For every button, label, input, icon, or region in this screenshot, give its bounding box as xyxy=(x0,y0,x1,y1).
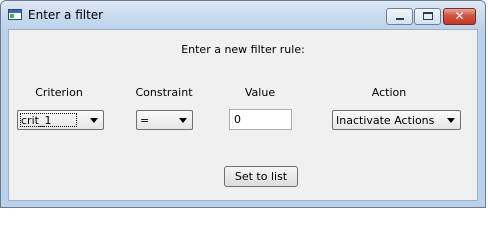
dialog-body: Enter a new filter rule: Criterion Const… xyxy=(8,29,478,201)
title-bar[interactable]: Enter a filter ✕ xyxy=(1,1,485,29)
minimize-button[interactable] xyxy=(386,8,413,25)
value-label: Value xyxy=(244,86,276,99)
set-to-list-button[interactable]: Set to list xyxy=(224,166,298,187)
window-app-icon xyxy=(8,9,22,20)
chevron-down-icon xyxy=(90,118,98,123)
close-icon: ✕ xyxy=(454,9,465,23)
constraint-select[interactable]: = xyxy=(136,110,193,130)
maximize-button[interactable] xyxy=(414,8,441,25)
close-button[interactable]: ✕ xyxy=(443,8,476,25)
value-input[interactable] xyxy=(229,109,292,130)
chevron-down-icon xyxy=(447,118,455,123)
criterion-label: Criterion xyxy=(35,86,83,99)
filter-dialog: Enter a filter ✕ Enter a new filter rule… xyxy=(0,0,486,208)
window-title: Enter a filter xyxy=(28,8,104,22)
criterion-value: crit_1 xyxy=(21,114,52,127)
action-label: Action xyxy=(371,86,407,99)
maximize-icon xyxy=(423,12,433,20)
criterion-select[interactable]: crit_1 xyxy=(17,110,104,130)
action-select[interactable]: Inactivate Actions xyxy=(332,110,461,130)
chevron-down-icon xyxy=(179,118,187,123)
form-heading: Enter a new filter rule: xyxy=(181,43,305,56)
constraint-value: = xyxy=(140,114,150,127)
minimize-icon xyxy=(396,18,404,20)
constraint-label: Constraint xyxy=(135,86,193,99)
action-value: Inactivate Actions xyxy=(336,114,435,127)
